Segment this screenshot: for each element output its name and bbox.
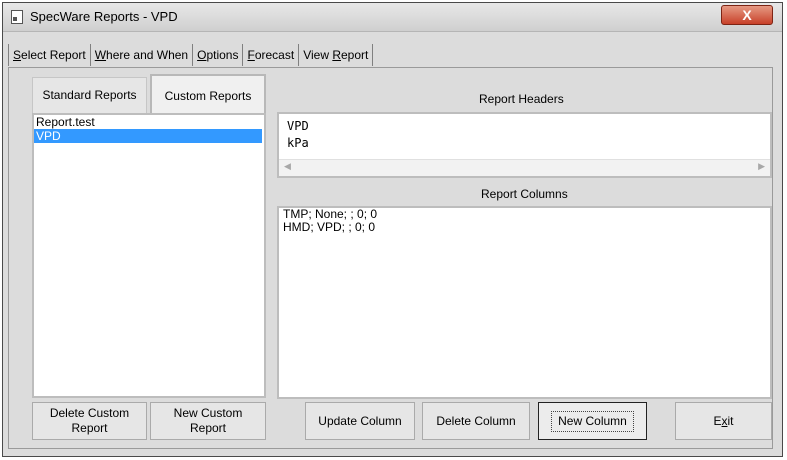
tab-custom-reports[interactable]: Custom Reports — [150, 74, 266, 113]
close-button[interactable]: X — [721, 5, 773, 25]
list-item[interactable]: HMD; VPD; ; 0; 0 — [279, 221, 770, 234]
new-custom-report-label: New Custom Report — [173, 406, 243, 435]
report-headers-label: Report Headers — [479, 92, 564, 106]
report-columns-label: Report Columns — [481, 187, 568, 201]
new-custom-report-button[interactable]: New Custom Report — [150, 402, 266, 440]
report-headers-textbox[interactable]: VPD kPa ◀ ▶ — [277, 112, 772, 178]
tab-where-and-when[interactable]: Where and When — [91, 44, 194, 66]
delete-custom-report-label: Delete Custom Report — [49, 406, 130, 435]
list-item[interactable]: Report.test — [34, 115, 264, 129]
custom-report-list[interactable]: Report.test VPD — [32, 113, 266, 398]
tab-standard-reports[interactable]: Standard Reports — [32, 77, 147, 113]
report-header-line: VPD — [287, 119, 309, 133]
tab-select-report[interactable]: Select Report — [8, 44, 91, 66]
new-column-button[interactable]: New Column — [538, 402, 647, 440]
horizontal-scrollbar[interactable]: ◀ ▶ — [279, 159, 770, 176]
delete-custom-report-button[interactable]: Delete Custom Report — [32, 402, 147, 440]
report-tabs-menu: Select Report Where and When Options For… — [8, 44, 374, 66]
report-header-line: kPa — [287, 136, 309, 150]
list-item-selected[interactable]: VPD — [34, 129, 262, 143]
title-bar[interactable]: SpecWare Reports - VPD X — [3, 3, 782, 32]
scroll-left-icon[interactable]: ◀ — [284, 161, 291, 172]
delete-column-button[interactable]: Delete Column — [422, 402, 530, 440]
new-column-label: New Column — [551, 410, 634, 432]
tab-forecast[interactable]: Forecast — [243, 44, 300, 66]
tab-view-report[interactable]: View Report — [299, 44, 374, 66]
update-column-button[interactable]: Update Column — [305, 402, 415, 440]
window-title: SpecWare Reports - VPD — [30, 9, 178, 24]
exit-button[interactable]: Ex it — [675, 402, 772, 440]
report-columns-list[interactable]: TMP; None; ; 0; 0 HMD; VPD; ; 0; 0 — [277, 206, 772, 399]
tab-options[interactable]: Options — [193, 44, 244, 66]
app-icon — [11, 10, 23, 24]
scroll-right-icon[interactable]: ▶ — [758, 161, 765, 172]
